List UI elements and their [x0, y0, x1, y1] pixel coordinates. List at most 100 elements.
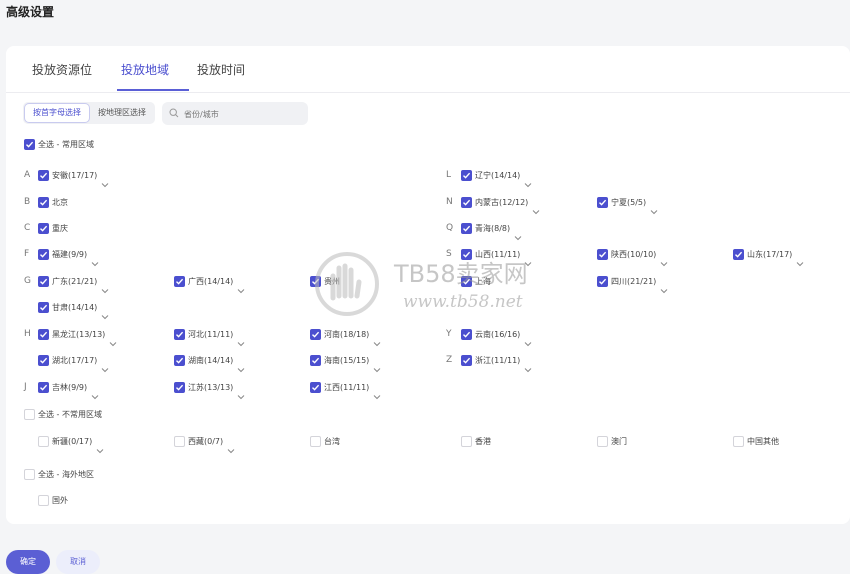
selection-mode-toggle: 按首字母选择 按地理区选择 — [23, 102, 155, 124]
letter-group-label: Q — [446, 223, 454, 233]
tab-resource-slots[interactable]: 投放资源位 — [32, 61, 92, 78]
chevron-down-icon[interactable] — [101, 173, 109, 192]
region-checkbox[interactable] — [461, 170, 472, 181]
region-checkbox[interactable] — [461, 223, 472, 234]
chevron-down-icon[interactable] — [373, 358, 381, 377]
region-label: 新疆(0/17) — [52, 437, 93, 446]
region-label: 广东(21/21) — [52, 277, 98, 286]
chevron-down-icon[interactable] — [373, 332, 381, 351]
region-checkbox[interactable] — [174, 276, 185, 287]
region-checkbox[interactable] — [38, 223, 49, 234]
chevron-down-icon[interactable] — [524, 332, 532, 351]
region-checkbox[interactable] — [597, 436, 608, 447]
region-label: 黑龙江(13/13) — [52, 330, 106, 339]
chevron-down-icon[interactable] — [373, 385, 381, 404]
tab-regions[interactable]: 投放地域 — [121, 61, 169, 78]
region-checkbox[interactable] — [597, 249, 608, 260]
region-checkbox[interactable] — [733, 436, 744, 447]
chevron-down-icon[interactable] — [524, 358, 532, 377]
letter-group-label: G — [24, 276, 31, 286]
region-checkbox[interactable] — [174, 355, 185, 366]
chevron-down-icon[interactable] — [101, 279, 109, 298]
chevron-down-icon[interactable] — [96, 439, 104, 458]
region-label: 山东(17/17) — [747, 250, 793, 259]
region-checkbox[interactable] — [38, 436, 49, 447]
select-all-uncommon-checkbox[interactable] — [24, 409, 35, 420]
region-label: 香港 — [475, 437, 491, 446]
select-all-common-checkbox[interactable] — [24, 139, 35, 150]
region-label: 浙江(11/11) — [475, 356, 521, 365]
select-all-uncommon-label: 全选 - 不常用区域 — [38, 410, 102, 419]
region-label: 中国其他 — [747, 437, 779, 446]
chevron-down-icon[interactable] — [101, 305, 109, 324]
region-checkbox[interactable] — [310, 355, 321, 366]
region-label: 云南(16/16) — [475, 330, 521, 339]
region-checkbox[interactable] — [461, 355, 472, 366]
region-checkbox[interactable] — [461, 436, 472, 447]
select-by-area-button[interactable]: 按地理区选择 — [91, 104, 153, 122]
letter-group-label: L — [446, 170, 452, 180]
select-by-letter-button[interactable]: 按首字母选择 — [25, 104, 89, 122]
region-label: 四川(21/21) — [611, 277, 657, 286]
region-checkbox[interactable] — [597, 197, 608, 208]
chevron-down-icon[interactable] — [237, 279, 245, 298]
region-search-input[interactable] — [182, 105, 304, 123]
cancel-button[interactable]: 取消 — [56, 550, 100, 574]
region-checkbox[interactable] — [174, 382, 185, 393]
region-checkbox[interactable] — [38, 329, 49, 340]
chevron-down-icon[interactable] — [660, 252, 668, 271]
region-label: 宁夏(5/5) — [611, 198, 647, 207]
chevron-down-icon[interactable] — [796, 252, 804, 271]
region-label: 海南(15/15) — [324, 356, 370, 365]
region-checkbox[interactable] — [310, 382, 321, 393]
region-checkbox[interactable] — [461, 197, 472, 208]
confirm-button[interactable]: 确定 — [6, 550, 50, 574]
region-checkbox[interactable] — [597, 276, 608, 287]
region-checkbox[interactable] — [38, 355, 49, 366]
region-label: 安徽(17/17) — [52, 171, 98, 180]
region-label: 湖南(14/14) — [188, 356, 234, 365]
chevron-down-icon[interactable] — [227, 439, 235, 458]
chevron-down-icon[interactable] — [650, 200, 658, 219]
tabs-divider — [6, 92, 850, 93]
region-checkbox[interactable] — [38, 276, 49, 287]
region-label: 重庆 — [52, 224, 68, 233]
letter-group-label: H — [24, 329, 31, 339]
region-label: 陕西(10/10) — [611, 250, 657, 259]
letter-group-label: N — [446, 197, 453, 207]
region-checkbox[interactable] — [310, 329, 321, 340]
region-checkbox[interactable] — [174, 329, 185, 340]
chevron-down-icon[interactable] — [514, 226, 522, 245]
region-label: 江西(11/11) — [324, 383, 370, 392]
region-checkbox[interactable] — [38, 197, 49, 208]
chevron-down-icon[interactable] — [91, 385, 99, 404]
chevron-down-icon[interactable] — [91, 252, 99, 271]
chevron-down-icon[interactable] — [109, 332, 117, 351]
region-label: 甘肃(14/14) — [52, 303, 98, 312]
region-checkbox[interactable] — [38, 249, 49, 260]
region-label: 内蒙古(12/12) — [475, 198, 529, 207]
region-checkbox[interactable] — [174, 436, 185, 447]
chevron-down-icon[interactable] — [101, 358, 109, 377]
chevron-down-icon[interactable] — [524, 173, 532, 192]
region-checkbox[interactable] — [461, 329, 472, 340]
watermark-logo — [315, 252, 379, 316]
region-label: 台湾 — [324, 437, 340, 446]
letter-group-label: C — [24, 223, 31, 233]
region-checkbox[interactable] — [733, 249, 744, 260]
chevron-down-icon[interactable] — [237, 332, 245, 351]
region-label: 河南(18/18) — [324, 330, 370, 339]
chevron-down-icon[interactable] — [237, 358, 245, 377]
select-all-overseas-checkbox[interactable] — [24, 469, 35, 480]
chevron-down-icon[interactable] — [532, 200, 540, 219]
region-checkbox[interactable] — [38, 302, 49, 313]
region-label: 江苏(13/13) — [188, 383, 234, 392]
region-checkbox[interactable] — [38, 382, 49, 393]
region-checkbox[interactable] — [310, 436, 321, 447]
chevron-down-icon[interactable] — [660, 279, 668, 298]
region-label: 福建(9/9) — [52, 250, 88, 259]
tab-schedule[interactable]: 投放时间 — [197, 61, 245, 78]
region-checkbox[interactable] — [38, 495, 49, 506]
region-checkbox[interactable] — [38, 170, 49, 181]
chevron-down-icon[interactable] — [237, 385, 245, 404]
